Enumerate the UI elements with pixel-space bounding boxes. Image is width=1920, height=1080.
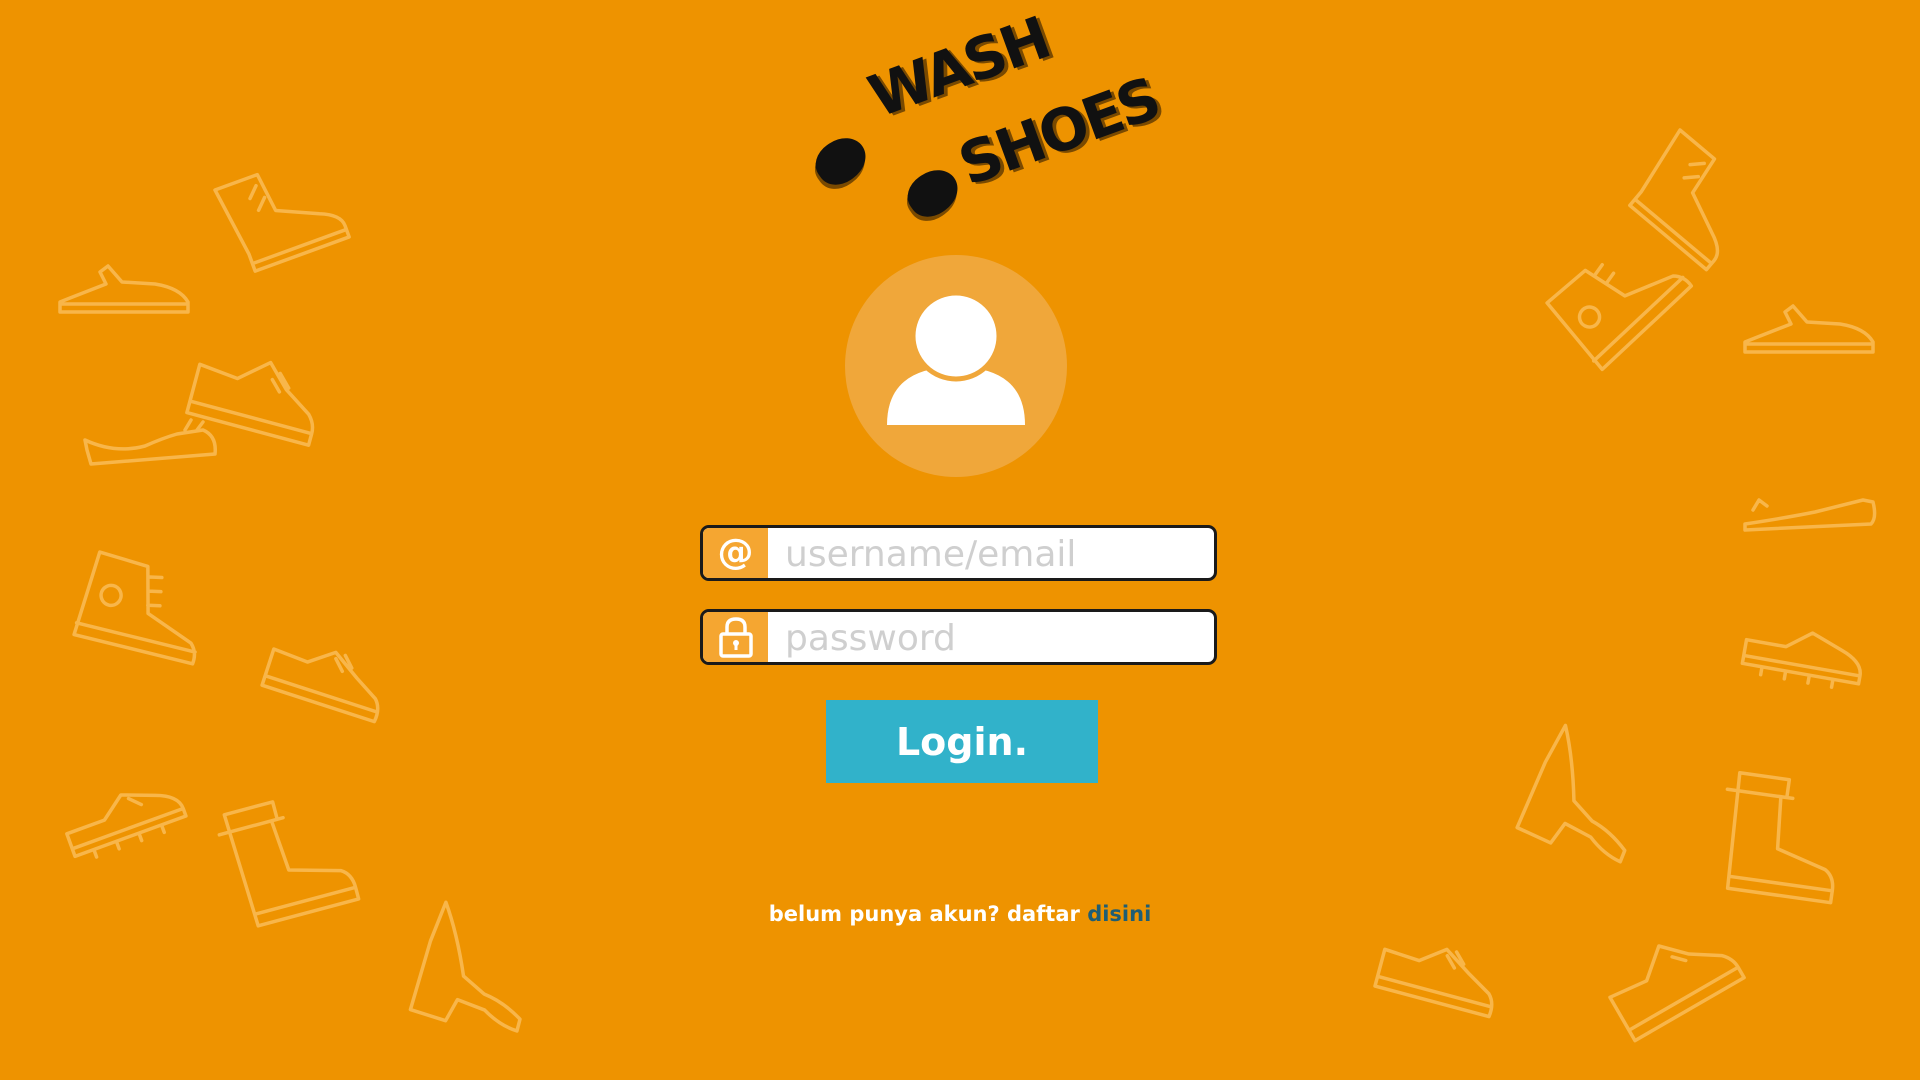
password-input[interactable] (783, 612, 1207, 662)
shoe-icon (260, 647, 380, 724)
register-prompt: belum punya akun? daftar disini (0, 902, 1920, 926)
shoe-icon (1743, 304, 1875, 354)
lock-icon (703, 612, 768, 662)
shoe-icon (1515, 723, 1627, 864)
shoe-icon (1725, 771, 1835, 905)
at-icon: @ (703, 528, 768, 578)
username-field[interactable]: @ (700, 525, 1217, 581)
shoe-icon (1373, 947, 1494, 1019)
user-avatar (845, 255, 1067, 477)
brand-logo: WASH SHOES (800, 4, 1167, 235)
register-link[interactable]: disini (1087, 902, 1151, 926)
shoe-icon (58, 264, 190, 314)
user-icon (887, 290, 1025, 425)
username-input[interactable] (783, 528, 1207, 578)
register-prefix: belum punya akun? daftar (768, 902, 1080, 926)
shoe-icon (65, 793, 188, 859)
shoe-sole-icon (899, 160, 967, 226)
password-field[interactable] (700, 609, 1217, 665)
shoe-icon (83, 418, 217, 466)
at-glyph: @ (717, 532, 754, 573)
shoe-icon (72, 550, 197, 666)
shoe-icon (1545, 262, 1694, 372)
shoe-icon (1628, 128, 1720, 272)
shoe-icon (1743, 498, 1877, 532)
shoe-icon (1740, 631, 1862, 689)
shoe-icon (213, 172, 351, 273)
shoe-icon (1608, 944, 1746, 1043)
login-button[interactable]: Login. (826, 700, 1098, 783)
shoe-icon (185, 360, 315, 447)
shoe-sole-icon (807, 128, 875, 194)
